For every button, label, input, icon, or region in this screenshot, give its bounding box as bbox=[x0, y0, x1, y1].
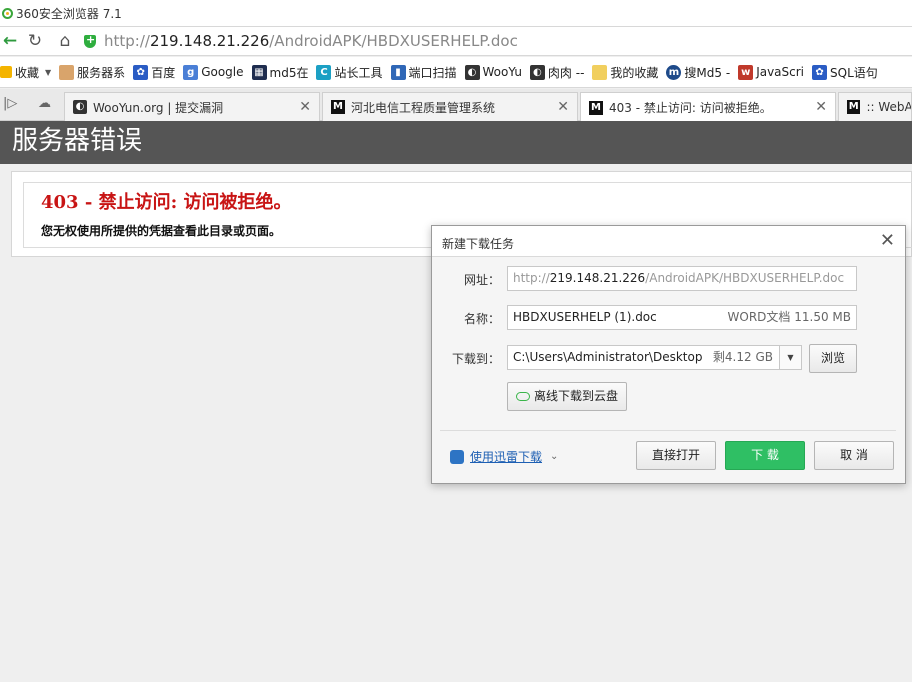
bookmark-item[interactable]: ✿ SQL语句 bbox=[812, 64, 878, 81]
save-path-label: 下载到： bbox=[451, 352, 500, 366]
close-icon[interactable]: ✕ bbox=[880, 230, 895, 251]
google-icon: g bbox=[183, 64, 199, 80]
star-icon bbox=[0, 66, 12, 78]
home-icon[interactable]: ⌂ bbox=[50, 27, 80, 55]
file-name-input[interactable]: HBDXUSERHELP (1).doc WORD文档 11.50 MB bbox=[507, 305, 857, 330]
cloud-download-button[interactable]: 离线下载到云盘 bbox=[507, 382, 627, 411]
md5-icon: m bbox=[666, 64, 682, 80]
dialog-body: 网址： http://219.148.21.226/AndroidAPK/HBD… bbox=[432, 256, 905, 483]
tab-wooyun[interactable]: ◐ WooYun.org | 提交漏洞 ✕ bbox=[64, 92, 320, 121]
bookmark-item[interactable]: ✿ 百度 bbox=[133, 64, 175, 81]
divider bbox=[440, 430, 896, 431]
double-chevron-down-icon[interactable]: ⌄ bbox=[550, 451, 558, 462]
baidu-paw-icon: ✿ bbox=[812, 64, 828, 80]
xunlei-icon bbox=[450, 449, 464, 464]
download-dialog: 新建下载任务 ✕ 网址： http://219.148.21.226/Andro… bbox=[431, 225, 906, 484]
back-arrow-icon[interactable]: ← bbox=[0, 27, 20, 55]
site-favicon-icon: M bbox=[847, 100, 861, 114]
wooyun-icon: ◐ bbox=[529, 64, 545, 80]
url-label: 网址： bbox=[463, 273, 500, 287]
xunlei-download-link[interactable]: 使用迅雷下载 bbox=[470, 448, 542, 465]
bookmark-item[interactable]: ▮ 端口扫描 bbox=[390, 64, 457, 81]
bookmark-item[interactable]: m 搜Md5 - bbox=[666, 64, 730, 81]
download-url-field[interactable]: http://219.148.21.226/AndroidAPK/HBDXUSE… bbox=[507, 266, 857, 291]
free-space: 剩4.12 GB bbox=[708, 346, 773, 369]
site-favicon-icon: M bbox=[331, 100, 345, 114]
url-path: /AndroidAPK/HBDXUSERHELP.doc bbox=[269, 32, 518, 50]
bookmark-item[interactable]: 服务器系 bbox=[59, 64, 125, 81]
dialog-title: 新建下载任务 bbox=[442, 237, 515, 251]
page-header: 服务器错误 bbox=[0, 121, 912, 164]
sidebar-toggle-icon[interactable]: |▷ bbox=[3, 96, 17, 111]
browse-button[interactable]: 浏览 bbox=[809, 344, 857, 373]
file-type-size: WORD文档 11.50 MB bbox=[723, 306, 851, 329]
bookmark-folder[interactable]: 我的收藏 bbox=[592, 64, 658, 81]
address-bar[interactable]: http://219.148.21.226/AndroidAPK/HBDXUSE… bbox=[104, 32, 518, 50]
close-icon[interactable]: ✕ bbox=[815, 99, 827, 115]
baidu-paw-icon: ✿ bbox=[133, 64, 149, 80]
browser-logo-icon bbox=[2, 7, 13, 19]
window-titlebar: 360安全浏览器 7.1 bbox=[0, 0, 912, 26]
security-shield-icon[interactable] bbox=[84, 33, 96, 48]
bookmark-item[interactable]: C 站长工具 bbox=[316, 64, 383, 81]
bookmark-item[interactable]: g Google bbox=[183, 64, 244, 80]
bookmark-item[interactable]: ◐ WooYu bbox=[464, 64, 522, 80]
window-title: 360安全浏览器 7.1 bbox=[16, 6, 122, 21]
wooyun-icon: ◐ bbox=[73, 100, 87, 114]
cloud-icon[interactable]: ☁ bbox=[38, 96, 51, 111]
url-host: 219.148.21.226 bbox=[149, 32, 270, 50]
navigation-bar: ← ↻ ⌂ http://219.148.21.226/AndroidAPK/H… bbox=[0, 26, 912, 56]
tab-weba[interactable]: M :: WebA bbox=[838, 92, 912, 121]
grid-icon: ▦ bbox=[251, 64, 267, 80]
error-title: 403 - 禁止访问: 访问被拒绝。 bbox=[41, 192, 292, 213]
name-label: 名称： bbox=[463, 312, 500, 326]
close-icon[interactable]: ✕ bbox=[557, 99, 569, 115]
tab-bar: |▷ ☁ ◐ WooYun.org | 提交漏洞 ✕ M 河北电信工程质量管理系… bbox=[0, 89, 912, 122]
site-favicon-icon: M bbox=[589, 100, 603, 115]
bookmark-item[interactable]: ▦ md5在 bbox=[251, 64, 308, 81]
close-icon[interactable]: ✕ bbox=[299, 99, 311, 115]
download-button[interactable]: 下 载 bbox=[725, 441, 805, 470]
save-path-select[interactable]: C:\Users\Administrator\Desktop 剩4.12 GB … bbox=[507, 345, 802, 370]
url-scheme: http:// bbox=[104, 32, 150, 50]
tab-hebei-telecom[interactable]: M 河北电信工程质量管理系统 ✕ bbox=[322, 92, 578, 121]
wooyun-icon: ◐ bbox=[464, 64, 480, 80]
chevron-down-icon[interactable]: ▼ bbox=[779, 346, 801, 369]
folder-icon bbox=[592, 64, 608, 80]
bookmark-item[interactable]: ◐ 肉肉 -- bbox=[529, 64, 584, 81]
open-directly-button[interactable]: 直接打开 bbox=[636, 441, 716, 470]
w3school-icon: w bbox=[738, 64, 754, 80]
xunlei-download-option[interactable]: 使用迅雷下载 ⌄ bbox=[450, 448, 558, 465]
reload-icon[interactable]: ↻ bbox=[20, 27, 50, 55]
bookmarks-bar: 收藏 ▼ 服务器系 ✿ 百度 g Google ▦ md5在 C 站长工具 ▮ 端口扫描 ◐… bbox=[0, 57, 912, 88]
chinaz-icon: C bbox=[316, 64, 332, 80]
tab-403-error[interactable]: M 403 - 禁止访问: 访问被拒绝。 ✕ bbox=[580, 92, 836, 122]
scan-icon: ▮ bbox=[390, 64, 406, 80]
cancel-button[interactable]: 取 消 bbox=[814, 441, 894, 470]
bookmark-favorites[interactable]: 收藏 ▼ bbox=[0, 64, 51, 81]
bookmark-item[interactable]: w JavaScri bbox=[738, 64, 804, 80]
wrench-icon bbox=[59, 64, 75, 80]
chevron-down-icon[interactable]: ▼ bbox=[45, 68, 51, 77]
cloud-icon bbox=[515, 392, 530, 401]
